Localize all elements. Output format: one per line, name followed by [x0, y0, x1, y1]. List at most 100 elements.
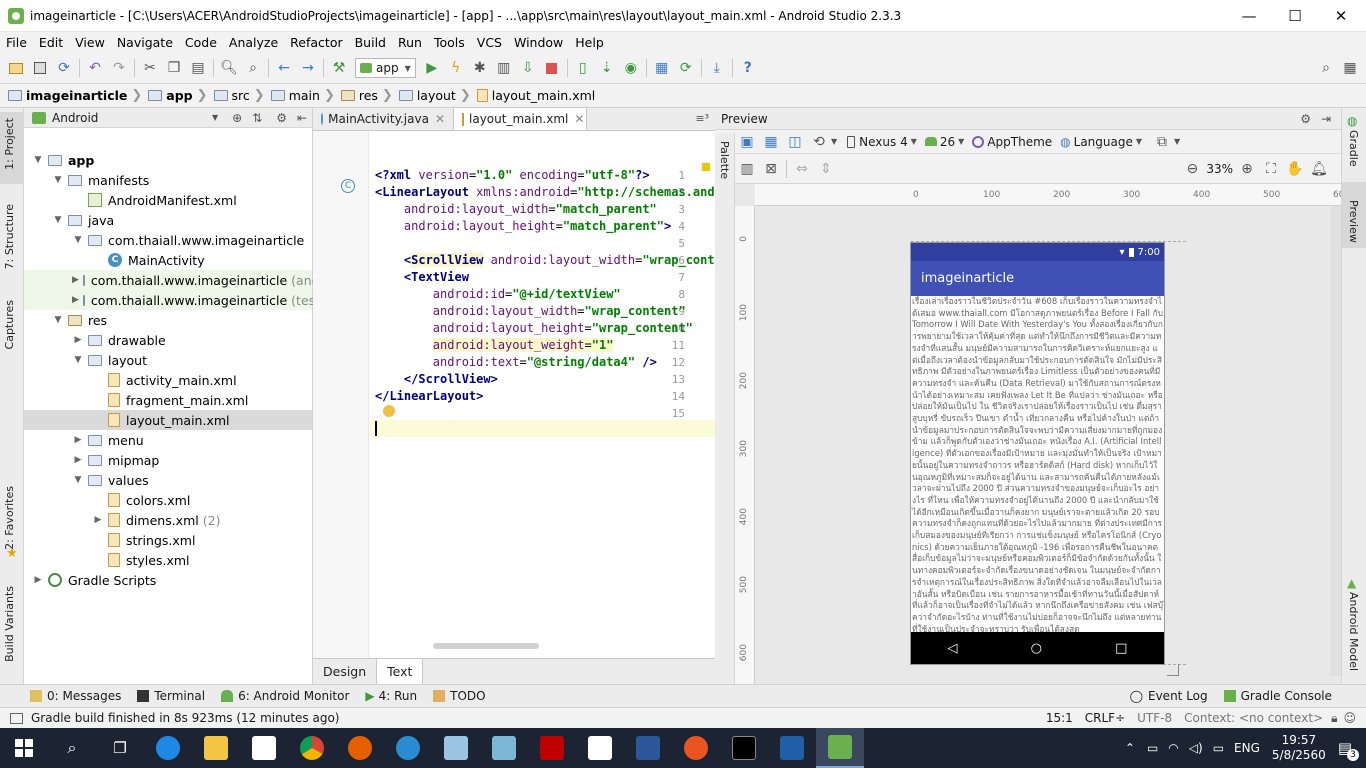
inspector-icon[interactable]: ☺ [1343, 711, 1356, 725]
stop-icon[interactable] [540, 56, 564, 80]
search-icon[interactable]: ⌕ [48, 728, 96, 768]
edge-icon[interactable] [144, 728, 192, 768]
code-line[interactable]: android:layout_width="match_parent" [375, 202, 657, 216]
blueprint-view-icon[interactable]: ▦ [759, 130, 783, 154]
chevron-down-icon[interactable]: ▼ [212, 113, 218, 122]
close-button[interactable]: ✕ [1318, 0, 1364, 32]
toggle-tool-windows-icon[interactable] [10, 712, 23, 724]
sdk-manager-icon[interactable]: ⇣ [595, 56, 619, 80]
tree-item[interactable]: ▶ com.thaiall.www.imageinarticle (test) [24, 290, 325, 310]
tree-item[interactable]: ▶ drawable [24, 330, 312, 350]
maximize-button[interactable]: ☐ [1272, 0, 1318, 32]
tree-item[interactable]: ▶ Gradle Scripts [24, 570, 312, 590]
lock-icon[interactable]: 🔒︎ [1331, 711, 1337, 726]
menu-window[interactable]: Window [508, 35, 569, 50]
tab-android-monitor[interactable]: 6: Android Monitor [221, 689, 349, 703]
scroll-from-source-icon[interactable]: ⊕ [232, 111, 242, 125]
caret-position[interactable]: 15:1 [1046, 711, 1073, 725]
code-line[interactable]: </ScrollView> [375, 372, 498, 386]
tree-item[interactable]: C MainActivity [24, 250, 312, 270]
vertical-scrollbar[interactable] [1331, 206, 1341, 676]
volume-icon[interactable]: ◁) [1189, 741, 1203, 755]
theme-select[interactable]: AppTheme [972, 135, 1052, 149]
tree-item[interactable]: layout_main.xml [24, 410, 312, 430]
layout-icon[interactable]: ▦ [1338, 56, 1362, 80]
task-view-icon[interactable]: ❐ [96, 728, 144, 768]
align-icon[interactable]: ⇕ [814, 157, 838, 181]
tab-captures[interactable]: Captures [3, 300, 16, 349]
phone-text-view[interactable]: เรื่องเล่าเรื่องราวในชีวิตประจำวัน #608 … [911, 296, 1164, 632]
device-frame[interactable]: ▾ 7:00 imageinarticle เรื่องเล่าเรื่องรา… [911, 243, 1164, 664]
both-view-icon[interactable]: ◫ [783, 130, 807, 154]
make-project-icon[interactable]: ⚒ [327, 56, 351, 80]
tab-run[interactable]: ▶ 4: Run [365, 689, 417, 703]
pan-hand-icon[interactable]: ✋ [1283, 157, 1307, 181]
internet-explorer-icon[interactable] [384, 728, 432, 768]
device-select[interactable]: Nexus 4 ▼ [847, 135, 917, 149]
store-icon[interactable] [240, 728, 288, 768]
layout-grid-icon[interactable]: ▥ [735, 157, 759, 181]
chevron-right-icon[interactable]: ▶ [72, 435, 84, 445]
windows-start-icon[interactable] [0, 728, 48, 768]
file-encoding[interactable]: UTF-8 [1137, 711, 1172, 725]
code-area[interactable]: C 1 <?xml version="1.0" encoding="utf-8"?… [313, 131, 715, 658]
zoom-in-icon[interactable]: ⊕ [1235, 157, 1259, 181]
tab-android-model[interactable]: Android Model [1347, 592, 1360, 671]
design-view-icon[interactable]: ▣ [735, 130, 759, 154]
gear-icon[interactable]: ⚙ [1300, 112, 1311, 126]
apply-changes-icon[interactable]: ϟ [444, 56, 468, 80]
code-line[interactable]: android:id="@+id/textView" [375, 287, 621, 301]
redo-icon[interactable]: ↷ [107, 56, 131, 80]
undo-icon[interactable]: ↶ [83, 56, 107, 80]
tree-item[interactable]: strings.xml [24, 530, 312, 550]
chevron-down-icon[interactable]: ▼ [52, 215, 64, 225]
close-icon[interactable]: ✕ [574, 112, 584, 126]
chevron-down-icon[interactable]: ▼ [72, 235, 84, 245]
ubuntu-icon[interactable] [672, 728, 720, 768]
cut-icon[interactable]: ✂ [138, 56, 162, 80]
zoom-out-icon[interactable]: ⊖ [1180, 157, 1204, 181]
breadcrumb-item[interactable]: ❯ app [127, 88, 192, 103]
chevron-right-icon[interactable]: ▶ [32, 575, 44, 585]
chevron-down-icon[interactable]: ▼ [52, 175, 64, 185]
tab-design[interactable]: Design [313, 659, 376, 684]
menu-code[interactable]: Code [179, 35, 223, 50]
tree-item[interactable]: ▼ com.thaiall.www.imageinarticle [24, 230, 312, 250]
code-line[interactable]: <?xml version="1.0" encoding="utf-8"?> [375, 168, 650, 182]
notifications-icon[interactable]: ▤ 3 [1338, 739, 1359, 761]
api-level-select[interactable]: 26 ▼ [924, 135, 964, 149]
paint-icon[interactable] [432, 728, 480, 768]
collapse-all-icon[interactable]: ⇅ [252, 111, 262, 125]
back-icon[interactable]: ← [272, 56, 296, 80]
run-config-select[interactable]: app ▼ [355, 58, 416, 78]
save-all-icon[interactable] [28, 56, 52, 80]
code-line[interactable]: android:text="@string/data4" /> [375, 355, 657, 369]
breadcrumb-item[interactable]: imageinarticle [6, 88, 127, 103]
tree-item[interactable]: activity_main.xml [24, 370, 312, 390]
chevron-down-icon[interactable]: ▼ [72, 475, 84, 485]
filezilla-icon[interactable] [528, 728, 576, 768]
chart-app-icon[interactable] [576, 728, 624, 768]
tab-preview[interactable]: Preview [1347, 200, 1360, 243]
wifi-icon[interactable]: ◠ [1168, 741, 1178, 755]
gear-icon[interactable]: ⚙ [276, 111, 287, 125]
tab-terminal[interactable]: Terminal [137, 689, 205, 703]
orientation-icon[interactable]: ⟲ [807, 130, 831, 154]
tree-item[interactable]: ▼ app [24, 150, 312, 170]
tree-item[interactable]: ▶ dimens.xml (2) [24, 510, 312, 530]
menu-navigate[interactable]: Navigate [111, 35, 179, 50]
file-explorer-icon[interactable] [192, 728, 240, 768]
chevron-right-icon[interactable]: ▶ [72, 275, 79, 285]
tab-layout-main[interactable]: layout_main.xml ✕ [453, 107, 587, 130]
debug-icon[interactable]: ✱ [468, 56, 492, 80]
tree-item[interactable]: AndroidManifest.xml [24, 190, 312, 210]
language-select[interactable]: ◍ Language ▼ [1060, 135, 1142, 149]
menu-view[interactable]: View [69, 35, 111, 50]
notification-bell-icon[interactable]: 🔔︎ [1307, 157, 1331, 181]
tab-todo[interactable]: TODO [433, 689, 486, 703]
android-studio-taskbar-icon[interactable] [816, 728, 864, 768]
search-everywhere-icon[interactable]: ⌕ [1314, 56, 1338, 80]
tab-structure[interactable]: 7: Structure [3, 204, 16, 269]
chevron-right-icon[interactable]: ▶ [72, 335, 84, 345]
firefox-icon[interactable] [336, 728, 384, 768]
